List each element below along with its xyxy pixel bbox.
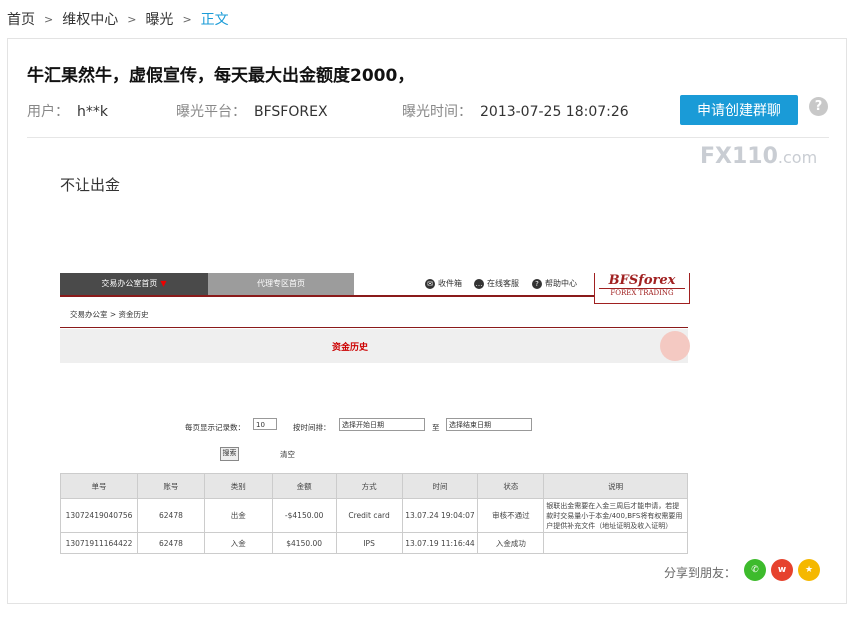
shot-page-title: 资金历史 — [331, 343, 368, 353]
cell-no: 13072419040756 — [60, 498, 138, 533]
column-header: 金额 — [271, 473, 337, 499]
watermark-brand: FX110 — [700, 144, 778, 169]
logo-text: BFSforex — [608, 273, 676, 288]
shot-link-label: 帮助中心 — [545, 279, 577, 288]
weibo-icon[interactable]: w — [771, 559, 793, 581]
post-card: 牛汇果然牛，虚假宣传，每天最大出金额度2000， 用户： h**k 曝光平台： BF… — [7, 38, 847, 604]
cell-time: 13.07.19 11:16:44 — [401, 532, 479, 554]
column-header: 说明 — [543, 473, 688, 499]
time-filter-label: 按时间排： — [293, 423, 331, 432]
breadcrumb-home[interactable]: 首页 — [7, 9, 35, 29]
share-label: 分享到朋友： — [664, 566, 737, 580]
to-label: 至 — [432, 423, 440, 432]
help-circle-icon: ? — [532, 278, 542, 289]
post-user: 用户： h**k — [27, 101, 108, 121]
cell-amount: -$4150.00 — [271, 498, 337, 533]
logo-subtext: FOREX TRADING — [599, 288, 685, 297]
shot-tab-agent-zone: 代理专区首页 — [208, 273, 354, 295]
post-body: 不让出金 — [60, 176, 121, 194]
cell-amount: $4150.00 — [271, 532, 337, 554]
shot-link-label: 在线客服 — [487, 279, 519, 288]
decorative-mascot — [660, 331, 690, 361]
cell-type: 入金 — [203, 532, 273, 554]
help-icon[interactable]: ? — [809, 97, 828, 116]
cell-account: 62478 — [136, 532, 205, 554]
shot-divider — [60, 327, 688, 328]
platform-label: 曝光平台： — [176, 104, 246, 120]
cell-method: IPS — [335, 532, 403, 554]
cell-status: 审核不通过 — [477, 498, 545, 533]
shot-title-bar: 资金历史 — [60, 329, 688, 363]
user-value: h**k — [77, 104, 108, 120]
breadcrumb-current: 正文 — [200, 12, 229, 28]
column-header: 方式 — [335, 473, 403, 499]
divider — [27, 137, 829, 138]
platform-value[interactable]: BFSFOREX — [254, 104, 328, 120]
shot-tab-trading-office: 交易办公室首页 ▼ — [60, 273, 208, 295]
end-date-input: 选择结束日期 — [446, 418, 532, 431]
wechat-icon[interactable]: ✆ — [744, 559, 766, 581]
post-time: 曝光时间： 2013-07-25 18:07:26 — [402, 101, 629, 121]
evidence-screenshot: 交易办公室首页 ▼ 代理专区首页 ✉ 收件箱 … 在线客服 ? 帮助中心 BFSfore… — [60, 273, 690, 554]
cell-method: Credit card — [335, 498, 403, 533]
watermark-suffix: .com — [777, 148, 818, 167]
time-value: 2013-07-25 18:07:26 — [480, 104, 629, 120]
cell-time: 13.07.24 19:04:07 — [401, 498, 479, 533]
bfsforex-logo: BFSforex FOREX TRADING — [594, 273, 690, 304]
breadcrumb-rights-center[interactable]: 维权中心 — [62, 9, 118, 29]
table-row: 13071911164422 62478 入金 $4150.00 IPS 13.… — [60, 532, 688, 554]
column-header: 时间 — [401, 473, 479, 499]
cell-account: 62478 — [136, 498, 205, 533]
breadcrumb-exposure[interactable]: 曝光 — [145, 9, 173, 29]
shot-clear-link: 清空 — [280, 450, 295, 459]
mail-icon: ✉ — [425, 278, 435, 289]
column-header: 账号 — [136, 473, 205, 499]
apply-group-chat-button[interactable]: 申请创建群聊 — [680, 95, 798, 125]
shot-search-button: 搜索 — [220, 447, 239, 461]
shot-tab-label: 交易办公室首页 — [101, 279, 158, 288]
table-header-row: 单号 账号 类别 金额 方式 时间 状态 说明 — [60, 473, 688, 499]
table-row: 13072419040756 62478 出金 -$4150.00 Credit… — [60, 498, 688, 533]
time-label: 曝光时间： — [402, 104, 472, 120]
per-page-label: 每页显示记录数： — [185, 423, 245, 432]
start-date-input: 选择开始日期 — [339, 418, 425, 431]
shot-link-label: 收件箱 — [438, 279, 462, 288]
post-title: 牛汇果然牛，虚假宣传，每天最大出金额度2000， — [27, 66, 415, 86]
shot-link-inbox: ✉ 收件箱 — [425, 278, 462, 289]
cell-note — [543, 532, 688, 554]
column-header: 状态 — [477, 473, 545, 499]
breadcrumb-separator: > — [182, 12, 192, 26]
column-header: 单号 — [60, 473, 138, 499]
dropdown-triangle-icon: ▼ — [160, 279, 167, 288]
breadcrumb: 首页 > 维权中心 > 曝光 > 正文 — [7, 9, 229, 29]
breadcrumb-separator: > — [127, 12, 137, 26]
fx110-watermark: FX110.com — [700, 144, 817, 169]
cell-type: 出金 — [203, 498, 273, 533]
shot-breadcrumb: 交易办公室 > 资金历史 — [70, 310, 149, 319]
qzone-icon[interactable]: ★ — [798, 559, 820, 581]
cell-status: 入金成功 — [477, 532, 545, 554]
cell-no: 13071911164422 — [60, 532, 138, 554]
shot-link-help: ? 帮助中心 — [532, 278, 577, 289]
column-header: 类别 — [203, 473, 273, 499]
fund-history-table: 单号 账号 类别 金额 方式 时间 状态 说明 13072419040756 6… — [60, 473, 688, 554]
user-label: 用户： — [27, 104, 69, 120]
shot-link-support: … 在线客服 — [474, 278, 519, 289]
chat-icon: … — [474, 278, 484, 289]
cell-note: 银联出金需要在入金三周后才能申请，若提款时交易量小于本金/400,BFS将有权需… — [543, 498, 688, 533]
per-page-select: 10 — [253, 418, 277, 430]
breadcrumb-separator: > — [44, 12, 54, 26]
post-platform: 曝光平台： BFSFOREX — [176, 101, 328, 121]
